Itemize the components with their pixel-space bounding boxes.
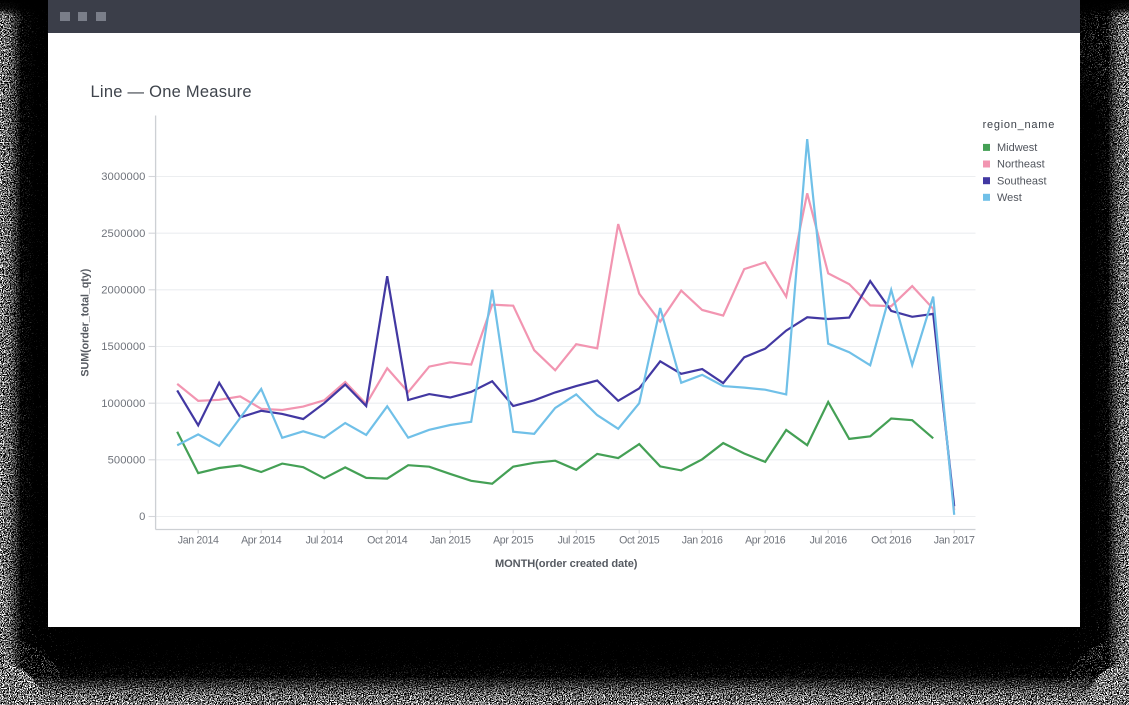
- svg-text:Northeast: Northeast: [997, 159, 1045, 171]
- svg-text:Jan 2017: Jan 2017: [934, 535, 975, 547]
- svg-text:Oct 2014: Oct 2014: [367, 535, 408, 547]
- svg-text:SUM(order_total_qty): SUM(order_total_qty): [80, 268, 92, 376]
- svg-text:Southeast: Southeast: [997, 175, 1047, 187]
- svg-text:0: 0: [139, 511, 145, 523]
- svg-text:Midwest: Midwest: [997, 142, 1037, 154]
- svg-text:1000000: 1000000: [101, 398, 145, 410]
- svg-text:2000000: 2000000: [101, 285, 145, 297]
- svg-text:MONTH(order created date): MONTH(order created date): [495, 558, 638, 570]
- svg-text:Apr 2016: Apr 2016: [745, 535, 786, 547]
- svg-text:Jul 2015: Jul 2015: [558, 535, 596, 547]
- svg-text:Jul 2014: Jul 2014: [306, 535, 344, 547]
- svg-text:region_name: region_name: [983, 119, 1055, 131]
- svg-text:Apr 2015: Apr 2015: [493, 535, 534, 547]
- svg-text:Apr 2014: Apr 2014: [241, 535, 282, 547]
- svg-text:Jan 2016: Jan 2016: [682, 535, 723, 547]
- svg-text:500000: 500000: [108, 455, 146, 467]
- svg-text:2500000: 2500000: [101, 228, 145, 240]
- svg-text:Jan 2015: Jan 2015: [430, 535, 471, 547]
- svg-text:West: West: [997, 192, 1022, 204]
- svg-text:Oct 2016: Oct 2016: [871, 535, 912, 547]
- svg-text:Jan 2014: Jan 2014: [178, 535, 219, 547]
- svg-text:3000000: 3000000: [101, 171, 145, 183]
- svg-text:Oct 2015: Oct 2015: [619, 535, 660, 547]
- svg-text:Jul 2016: Jul 2016: [810, 535, 848, 547]
- svg-text:Line — One Measure: Line — One Measure: [91, 83, 252, 101]
- svg-text:1500000: 1500000: [101, 341, 145, 353]
